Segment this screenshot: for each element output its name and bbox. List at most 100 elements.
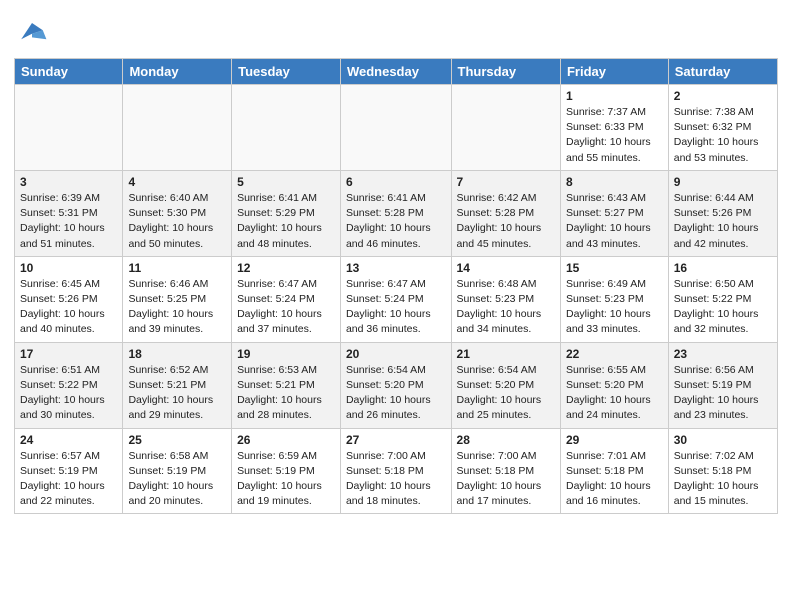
day-number: 27 xyxy=(346,433,446,447)
day-cell: 27 Sunrise: 7:00 AMSunset: 5:18 PMDayligh… xyxy=(340,428,451,514)
weekday-header-saturday: Saturday xyxy=(668,59,777,85)
day-number: 28 xyxy=(457,433,555,447)
day-info: Sunrise: 7:00 AMSunset: 5:18 PMDaylight:… xyxy=(346,449,446,510)
day-number: 23 xyxy=(674,347,772,361)
logo xyxy=(14,14,52,50)
day-number: 8 xyxy=(566,175,663,189)
day-info: Sunrise: 6:51 AMSunset: 5:22 PMDaylight:… xyxy=(20,363,117,424)
day-info: Sunrise: 6:54 AMSunset: 5:20 PMDaylight:… xyxy=(457,363,555,424)
day-cell: 29 Sunrise: 7:01 AMSunset: 5:18 PMDayligh… xyxy=(560,428,668,514)
day-number: 4 xyxy=(128,175,226,189)
day-cell: 4 Sunrise: 6:40 AMSunset: 5:30 PMDaylight… xyxy=(123,170,232,256)
day-number: 11 xyxy=(128,261,226,275)
day-number: 3 xyxy=(20,175,117,189)
day-cell: 3 Sunrise: 6:39 AMSunset: 5:31 PMDaylight… xyxy=(15,170,123,256)
week-row-1: 1Sunrise: 7:37 AMSunset: 6:33 PMDaylight… xyxy=(15,85,778,171)
day-cell: 12 Sunrise: 6:47 AMSunset: 5:24 PMDayligh… xyxy=(232,256,341,342)
day-cell: 25Sunrise: 6:58 AMSunset: 5:19 PMDayligh… xyxy=(123,428,232,514)
day-number: 6 xyxy=(346,175,446,189)
day-info: Sunrise: 6:50 AMSunset: 5:22 PMDaylight:… xyxy=(674,277,772,338)
day-info: Sunrise: 6:49 AMSunset: 5:23 PMDaylight:… xyxy=(566,277,663,338)
weekday-header-thursday: Thursday xyxy=(451,59,560,85)
day-number: 13 xyxy=(346,261,446,275)
day-cell: 16 Sunrise: 6:50 AMSunset: 5:22 PMDayligh… xyxy=(668,256,777,342)
day-info: Sunrise: 6:55 AMSunset: 5:20 PMDaylight:… xyxy=(566,363,663,424)
day-cell: 9Sunrise: 6:44 AMSunset: 5:26 PMDaylight… xyxy=(668,170,777,256)
day-number: 7 xyxy=(457,175,555,189)
day-cell: 24 Sunrise: 6:57 AMSunset: 5:19 PMDayligh… xyxy=(15,428,123,514)
day-number: 12 xyxy=(237,261,335,275)
day-info: Sunrise: 6:41 AMSunset: 5:28 PMDaylight:… xyxy=(346,191,446,252)
day-info: Sunrise: 6:47 AMSunset: 5:24 PMDaylight:… xyxy=(237,277,335,338)
day-cell: 17Sunrise: 6:51 AMSunset: 5:22 PMDayligh… xyxy=(15,342,123,428)
day-number: 30 xyxy=(674,433,772,447)
day-cell xyxy=(451,85,560,171)
week-row-5: 24 Sunrise: 6:57 AMSunset: 5:19 PMDayligh… xyxy=(15,428,778,514)
day-number: 21 xyxy=(457,347,555,361)
day-info: Sunrise: 6:52 AMSunset: 5:21 PMDaylight:… xyxy=(128,363,226,424)
day-info: Sunrise: 6:45 AMSunset: 5:26 PMDaylight:… xyxy=(20,277,117,338)
page: SundayMondayTuesdayWednesdayThursdayFrid… xyxy=(0,0,792,524)
day-number: 26 xyxy=(237,433,335,447)
weekday-header-tuesday: Tuesday xyxy=(232,59,341,85)
day-cell: 20 Sunrise: 6:54 AMSunset: 5:20 PMDayligh… xyxy=(340,342,451,428)
day-cell: 10 Sunrise: 6:45 AMSunset: 5:26 PMDayligh… xyxy=(15,256,123,342)
day-number: 22 xyxy=(566,347,663,361)
day-info: Sunrise: 6:41 AMSunset: 5:29 PMDaylight:… xyxy=(237,191,335,252)
day-cell: 19Sunrise: 6:53 AMSunset: 5:21 PMDayligh… xyxy=(232,342,341,428)
day-number: 2 xyxy=(674,89,772,103)
weekday-header-monday: Monday xyxy=(123,59,232,85)
day-number: 10 xyxy=(20,261,117,275)
weekday-header-wednesday: Wednesday xyxy=(340,59,451,85)
day-number: 5 xyxy=(237,175,335,189)
day-cell: 26 Sunrise: 6:59 AMSunset: 5:19 PMDayligh… xyxy=(232,428,341,514)
day-number: 16 xyxy=(674,261,772,275)
day-info: Sunrise: 6:42 AMSunset: 5:28 PMDaylight:… xyxy=(457,191,555,252)
weekday-header-row: SundayMondayTuesdayWednesdayThursdayFrid… xyxy=(15,59,778,85)
week-row-2: 3 Sunrise: 6:39 AMSunset: 5:31 PMDaylight… xyxy=(15,170,778,256)
day-cell: 14Sunrise: 6:48 AMSunset: 5:23 PMDayligh… xyxy=(451,256,560,342)
calendar: SundayMondayTuesdayWednesdayThursdayFrid… xyxy=(14,58,778,514)
day-info: Sunrise: 6:57 AMSunset: 5:19 PMDaylight:… xyxy=(20,449,117,510)
day-cell: 21 Sunrise: 6:54 AMSunset: 5:20 PMDayligh… xyxy=(451,342,560,428)
day-number: 24 xyxy=(20,433,117,447)
day-info: Sunrise: 6:54 AMSunset: 5:20 PMDaylight:… xyxy=(346,363,446,424)
day-cell: 28 Sunrise: 7:00 AMSunset: 5:18 PMDayligh… xyxy=(451,428,560,514)
day-cell: 13Sunrise: 6:47 AMSunset: 5:24 PMDayligh… xyxy=(340,256,451,342)
day-info: Sunrise: 6:48 AMSunset: 5:23 PMDaylight:… xyxy=(457,277,555,338)
day-cell: 18 Sunrise: 6:52 AMSunset: 5:21 PMDayligh… xyxy=(123,342,232,428)
day-number: 15 xyxy=(566,261,663,275)
day-info: Sunrise: 6:40 AMSunset: 5:30 PMDaylight:… xyxy=(128,191,226,252)
day-cell: 5 Sunrise: 6:41 AMSunset: 5:29 PMDaylight… xyxy=(232,170,341,256)
day-info: Sunrise: 6:58 AMSunset: 5:19 PMDaylight:… xyxy=(128,449,226,510)
day-cell: 15 Sunrise: 6:49 AMSunset: 5:23 PMDayligh… xyxy=(560,256,668,342)
day-cell: 11Sunrise: 6:46 AMSunset: 5:25 PMDayligh… xyxy=(123,256,232,342)
day-cell xyxy=(340,85,451,171)
day-number: 29 xyxy=(566,433,663,447)
day-number: 20 xyxy=(346,347,446,361)
day-info: Sunrise: 7:00 AMSunset: 5:18 PMDaylight:… xyxy=(457,449,555,510)
day-cell xyxy=(232,85,341,171)
day-info: Sunrise: 7:02 AMSunset: 5:18 PMDaylight:… xyxy=(674,449,772,510)
header xyxy=(14,10,778,50)
day-cell: 22 Sunrise: 6:55 AMSunset: 5:20 PMDayligh… xyxy=(560,342,668,428)
day-cell: 8Sunrise: 6:43 AMSunset: 5:27 PMDaylight… xyxy=(560,170,668,256)
day-info: Sunrise: 6:44 AMSunset: 5:26 PMDaylight:… xyxy=(674,191,772,252)
day-number: 18 xyxy=(128,347,226,361)
day-number: 1 xyxy=(566,89,663,103)
day-info: Sunrise: 6:59 AMSunset: 5:19 PMDaylight:… xyxy=(237,449,335,510)
day-cell: 23 Sunrise: 6:56 AMSunset: 5:19 PMDayligh… xyxy=(668,342,777,428)
logo-icon xyxy=(14,14,50,50)
day-cell xyxy=(15,85,123,171)
weekday-header-sunday: Sunday xyxy=(15,59,123,85)
day-info: Sunrise: 6:56 AMSunset: 5:19 PMDaylight:… xyxy=(674,363,772,424)
day-cell: 30 Sunrise: 7:02 AMSunset: 5:18 PMDayligh… xyxy=(668,428,777,514)
week-row-4: 17Sunrise: 6:51 AMSunset: 5:22 PMDayligh… xyxy=(15,342,778,428)
day-number: 19 xyxy=(237,347,335,361)
day-cell: 2 Sunrise: 7:38 AMSunset: 6:32 PMDaylight… xyxy=(668,85,777,171)
day-info: Sunrise: 7:01 AMSunset: 5:18 PMDaylight:… xyxy=(566,449,663,510)
weekday-header-friday: Friday xyxy=(560,59,668,85)
day-cell xyxy=(123,85,232,171)
day-info: Sunrise: 7:38 AMSunset: 6:32 PMDaylight:… xyxy=(674,105,772,166)
day-info: Sunrise: 6:39 AMSunset: 5:31 PMDaylight:… xyxy=(20,191,117,252)
